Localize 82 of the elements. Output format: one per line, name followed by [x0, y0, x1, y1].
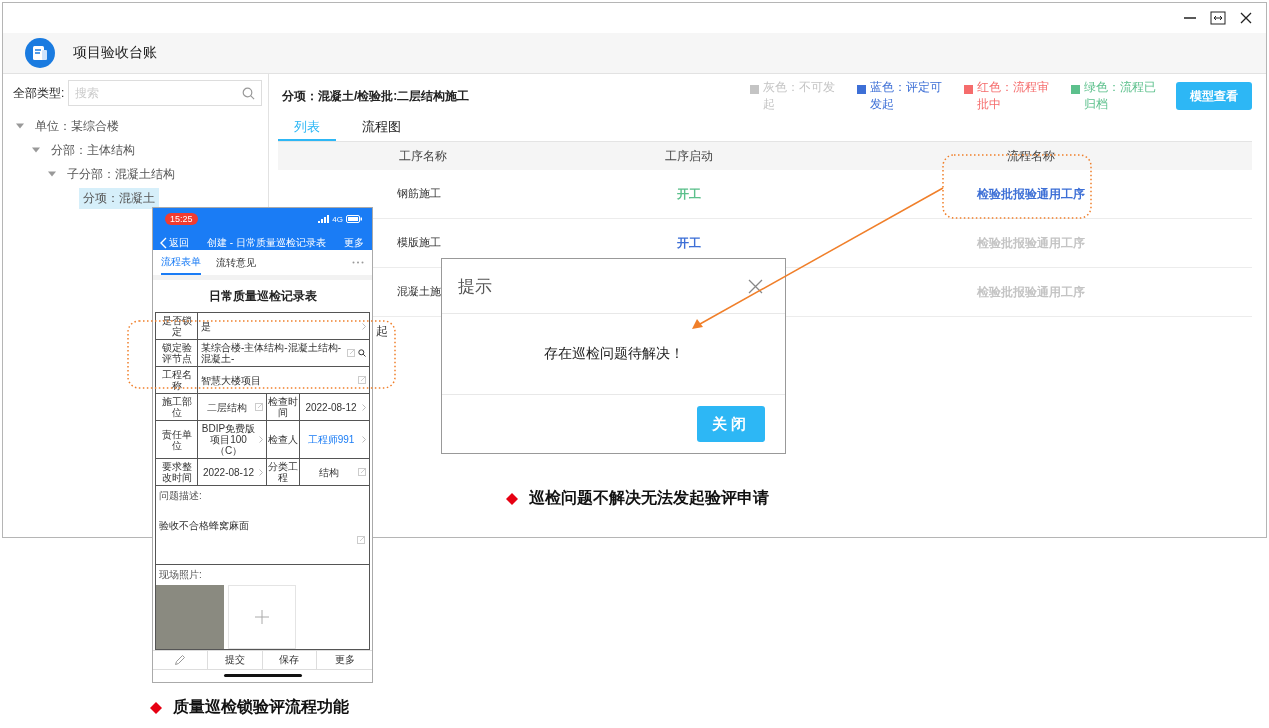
maximize-button[interactable]	[1210, 10, 1226, 26]
search-icon	[242, 87, 255, 100]
edit-icon	[255, 403, 263, 411]
back-button[interactable]: 返回	[160, 236, 189, 250]
field-label: 检查人	[267, 421, 300, 458]
tab[interactable]: 流程表单	[161, 250, 201, 275]
field-label: 施工部位	[156, 394, 198, 420]
caret-icon[interactable]	[15, 121, 25, 131]
tab[interactable]: 流转意见	[216, 251, 256, 274]
tree-item[interactable]: 子分部：混凝土结构	[63, 163, 179, 185]
table-cell: 模版施工	[397, 236, 441, 248]
app-logo-icon	[25, 38, 55, 68]
edit-icon	[347, 349, 355, 357]
action-button[interactable]: 提交	[207, 651, 263, 669]
battery-icon	[346, 215, 362, 223]
edit-icon	[358, 468, 366, 476]
chevron-icon	[362, 436, 366, 443]
field-label: 责任单位	[156, 421, 198, 458]
legend-label: 蓝色：评定可发起	[870, 79, 943, 113]
diamond-icon	[506, 492, 518, 505]
form-field[interactable]: 2022-08-12	[198, 459, 267, 485]
dialog-message: 存在巡检问题待解决！	[543, 345, 684, 363]
network-label: 4G	[332, 214, 343, 224]
status-time: 15:25	[165, 213, 198, 225]
caption: 质量巡检锁验评流程功能	[173, 697, 349, 717]
form-field[interactable]: 智慧大楼项目	[198, 367, 369, 393]
legend-label: 红色：流程审批中	[977, 79, 1050, 113]
field-label: 是否锁定	[156, 313, 198, 339]
filter-label: 全部类型:	[13, 84, 65, 102]
column-header: 工序名称	[398, 147, 448, 165]
close-icon[interactable]	[748, 278, 763, 294]
edit-icon	[357, 536, 365, 544]
more-dots-icon[interactable]	[352, 261, 364, 264]
process-link[interactable]: 检验批报验通用工序	[977, 186, 1085, 201]
tree-item[interactable]: 单位：某综合楼	[31, 115, 123, 137]
edit-icon	[358, 376, 366, 384]
form-field[interactable]: 二层结构	[198, 394, 267, 420]
caret-icon[interactable]	[31, 145, 41, 155]
covered-text: 起	[376, 325, 388, 337]
chevron-icon	[362, 322, 366, 330]
tab[interactable]: 流程图	[346, 118, 417, 141]
caption: 巡检问题不解决无法发起验评申请	[529, 488, 769, 508]
table-cell: 钢筋施工	[397, 187, 441, 199]
legend-label: 绿色：流程已归档	[1084, 79, 1157, 113]
dialog-title: 提示	[458, 275, 492, 298]
action-button[interactable]: 保存	[262, 651, 318, 669]
form-field[interactable]: 是	[198, 313, 369, 339]
column-header: 流程名称	[1006, 147, 1056, 165]
field-label: 现场照片:	[158, 568, 203, 582]
pencil-icon	[173, 653, 186, 666]
action-button[interactable]: 更多	[317, 651, 372, 669]
more-button[interactable]: 更多	[344, 236, 364, 250]
field-label: 分类工程	[267, 459, 300, 485]
diamond-icon	[150, 701, 162, 714]
chevron-icon	[362, 403, 366, 411]
table-cell[interactable]: 开工	[677, 235, 701, 250]
tree-item[interactable]: 分项：混凝土	[79, 187, 159, 209]
description-text: 验收不合格蜂窝麻面	[159, 519, 250, 533]
window-title: 项目验收台账	[73, 44, 157, 62]
form-title: 日常质量巡检记录表	[207, 288, 318, 305]
table-cell: 混凝土施	[397, 285, 441, 297]
field-label: 要求整改时间	[156, 459, 198, 485]
screen-title: 创建 - 日常质量巡检记录表	[207, 236, 326, 250]
field-label: 工程名称	[156, 367, 198, 393]
caret-icon[interactable]	[47, 169, 57, 179]
field-label: 锁定验评节点	[156, 340, 198, 366]
close-button[interactable]	[1238, 10, 1254, 26]
chevron-icon	[259, 468, 263, 476]
form-field[interactable]: 某综合楼-主体结构-混凝土结构-混凝土-	[198, 340, 369, 366]
field-label: 问题描述:	[159, 489, 203, 503]
form-field[interactable]: 工程师991	[300, 421, 369, 458]
signal-icon	[318, 215, 330, 223]
field-label: 检查时间	[267, 394, 300, 420]
form-field[interactable]: BDIP免费版项目100（C）	[198, 421, 267, 458]
breadcrumb: 分项：混凝土/检验批:二层结构施工	[281, 87, 470, 105]
column-header: 工序启动	[664, 147, 714, 165]
description-field[interactable]: 问题描述: 验收不合格蜂窝麻面	[156, 486, 369, 565]
form-field[interactable]: 结构	[300, 459, 369, 485]
form-field[interactable]: 2022-08-12	[300, 394, 369, 420]
search-icon	[358, 349, 366, 357]
chevron-icon	[259, 436, 263, 443]
tree-item[interactable]: 分部：主体结构	[47, 139, 139, 161]
